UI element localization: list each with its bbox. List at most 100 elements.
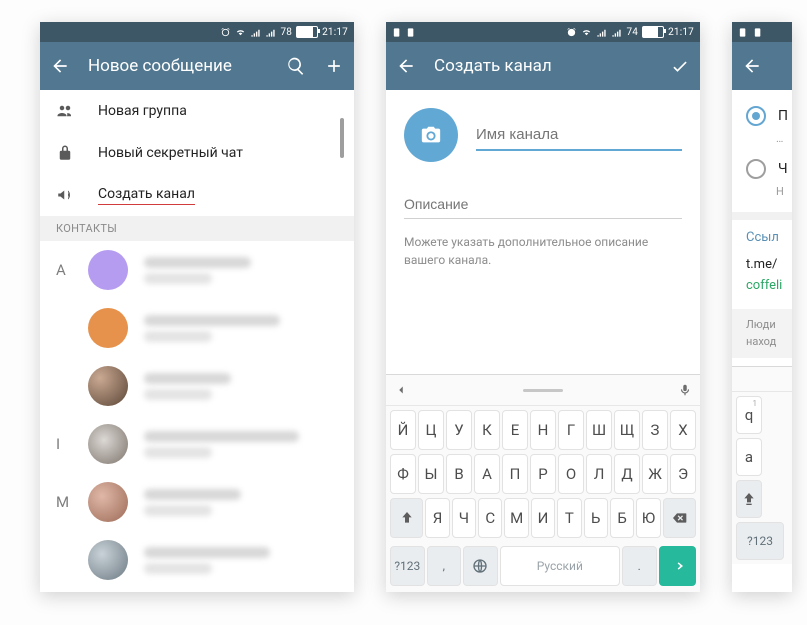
key[interactable]: И [531,498,555,538]
menu-label: Новая группа [98,103,187,119]
key[interactable]: Р [530,454,556,494]
link-prefix: t.me/ [746,257,792,272]
key[interactable]: Ь [584,498,608,538]
status-bar [732,22,792,42]
channel-desc-input[interactable] [404,190,682,219]
radio-checked-icon [746,106,766,126]
key-numbers[interactable]: ?123 [390,546,425,586]
contact-row[interactable]: A [40,241,354,299]
key[interactable]: Л [586,454,612,494]
toolbar [732,42,792,90]
contact-row[interactable] [40,531,354,589]
contact-blurred [144,257,338,284]
key-comma[interactable]: , [427,546,462,586]
radio-subtext: … [776,132,792,145]
key[interactable]: Я [425,498,449,538]
mic-icon[interactable] [678,383,692,397]
scrollbar[interactable] [340,118,344,158]
contact-row[interactable]: M [40,473,354,531]
kb-toolbar [386,375,700,406]
channel-name-input[interactable] [476,120,682,151]
key[interactable]: Г [558,410,584,450]
alarm-icon [566,27,577,38]
key[interactable]: В [446,454,472,494]
key[interactable]: М [504,498,528,538]
key[interactable]: У [446,410,472,450]
menu-create-channel[interactable]: Создать канал [40,174,354,216]
key-period[interactable]: . [622,546,657,586]
signal-icon [250,27,261,38]
key[interactable]: Э [670,454,696,494]
key[interactable]: А [474,454,500,494]
chevron-left-icon[interactable] [394,383,408,397]
radio-public[interactable]: П [746,106,792,126]
group-icon [56,102,74,120]
menu-new-group[interactable]: Новая группа [40,90,354,132]
key[interactable]: Х [670,410,696,450]
key[interactable]: Ч [452,498,476,538]
sim-icon [392,27,403,38]
clock: 21:17 [668,27,694,38]
key-space[interactable]: Русский [500,546,620,586]
battery-pct: 74 [626,27,638,38]
key[interactable]: q1 [736,396,762,434]
key[interactable]: Щ [614,410,640,450]
wifi-icon [235,27,246,38]
key-shift[interactable] [390,498,423,538]
key[interactable]: Ы [418,454,444,494]
key[interactable]: Б [610,498,634,538]
contact-row[interactable] [40,357,354,415]
back-icon[interactable] [50,56,70,76]
key-shift[interactable] [736,480,762,518]
back-icon[interactable] [396,56,416,76]
channel-photo-button[interactable] [404,108,458,162]
keyboard[interactable]: q1 a ?123 [732,366,792,564]
battery-icon [296,26,318,38]
key[interactable]: С [478,498,502,538]
section-contacts: КОНТАКТЫ [40,216,354,241]
link-note: Людинаход [732,309,792,358]
avatar [88,424,128,464]
key[interactable]: З [642,410,668,450]
key[interactable]: Ш [586,410,612,450]
key-numbers[interactable]: ?123 [736,522,784,560]
key[interactable]: Ф [390,454,416,494]
key[interactable]: Ц [418,410,444,450]
key[interactable]: a [736,438,762,476]
avatar [88,250,128,290]
clock: 21:17 [322,27,348,38]
check-icon[interactable] [670,56,690,76]
back-icon[interactable] [742,56,762,76]
sim-icon [738,27,749,38]
search-icon[interactable] [286,56,306,76]
menu-new-secret[interactable]: Новый секретный чат [40,132,354,174]
key[interactable]: Й [390,410,416,450]
radio-private[interactable]: Ч [746,159,792,179]
key-lang[interactable] [463,546,498,586]
key[interactable]: О [558,454,584,494]
key[interactable]: Т [557,498,581,538]
contact-row[interactable] [40,299,354,357]
plus-icon[interactable] [324,56,344,76]
avatar [88,366,128,406]
key[interactable]: Е [502,410,528,450]
keyboard[interactable]: ЙЦУКЕНГШЩЗХ ФЫВАПРОЛДЖЭ ЯЧСМИТЬБЮ ?123 , Р… [386,374,700,592]
key[interactable]: К [474,410,500,450]
shift-icon [399,510,415,526]
key[interactable]: Н [530,410,556,450]
contact-list[interactable]: A I M [40,241,354,592]
megaphone-icon [56,186,74,204]
key[interactable]: Ю [636,498,660,538]
alarm-icon [220,27,231,38]
link-name[interactable]: coffeli [746,278,792,293]
contact-row[interactable] [40,589,354,592]
kb-handle [523,389,563,392]
key[interactable]: П [502,454,528,494]
key[interactable]: Ж [642,454,668,494]
key[interactable]: Д [614,454,640,494]
key-backspace[interactable] [663,498,696,538]
status-bar: 74 21:17 [386,22,700,42]
lock-icon [56,144,74,162]
key-go[interactable] [659,546,697,586]
contact-row[interactable]: I [40,415,354,473]
